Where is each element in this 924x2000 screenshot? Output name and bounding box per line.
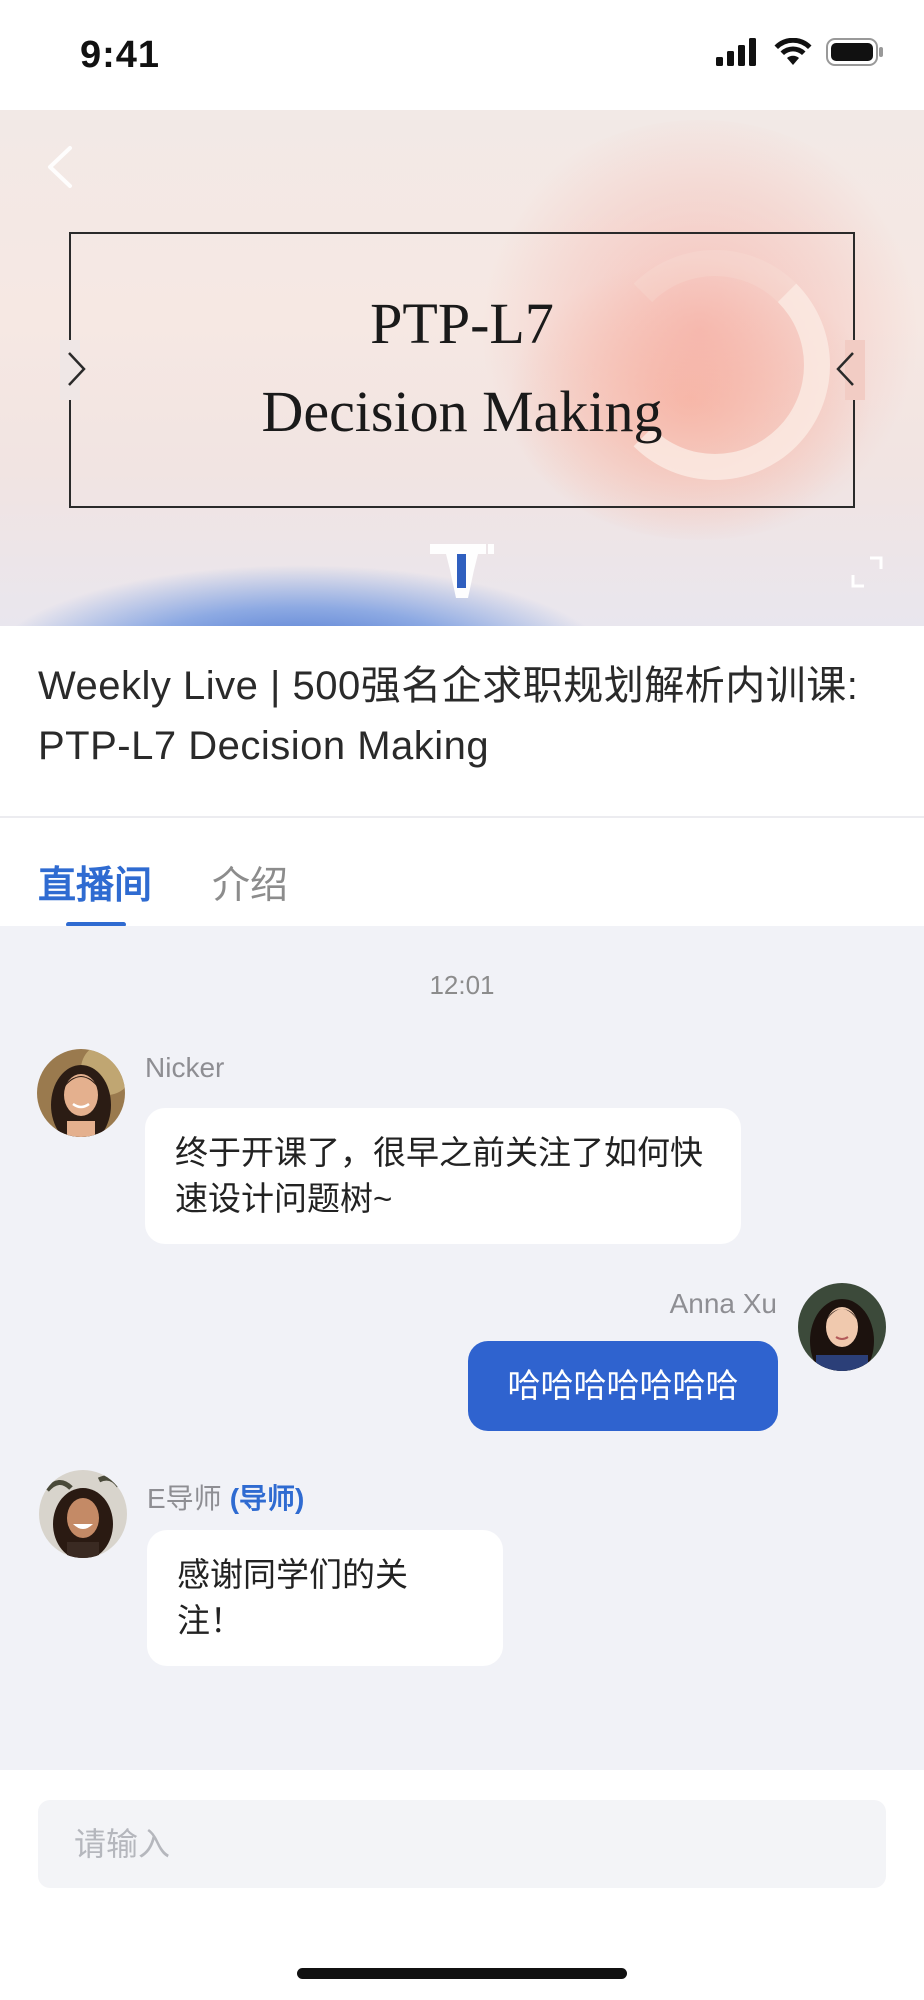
banner-title-line1: PTP-L7 bbox=[370, 291, 554, 356]
input-bar bbox=[0, 1770, 924, 2000]
message-bubble-self[interactable]: 哈哈哈哈哈哈哈 bbox=[468, 1341, 778, 1431]
back-arrow-icon[interactable] bbox=[40, 142, 80, 192]
chevron-right-icon bbox=[68, 352, 86, 386]
battery-icon bbox=[826, 38, 883, 66]
avatar-anna-xu[interactable] bbox=[798, 1283, 886, 1371]
sender-name: Nicker bbox=[145, 1052, 225, 1083]
message-bubble[interactable]: 终于开课了，很早之前关注了如何快速设计问题树~ bbox=[145, 1108, 741, 1244]
course-title: Weekly Live | 500强名企求职规划解析内训课: PTP-L7 De… bbox=[38, 664, 859, 768]
cellular-signal-icon bbox=[716, 38, 756, 66]
banner-frame bbox=[69, 232, 855, 508]
status-icons bbox=[716, 38, 884, 66]
sender-name: E导师 (导师) bbox=[147, 1477, 304, 1517]
tab-introduction[interactable]: 介绍 bbox=[212, 854, 288, 909]
tab-live-room[interactable]: 直播间 bbox=[38, 854, 152, 909]
status-time: 9:41 bbox=[80, 34, 161, 76]
chat-area[interactable]: 12:01 Nicker 终于开课了，很早之前关注了如何快速设计问题树~ Ann… bbox=[0, 926, 924, 1770]
status-bar: 9:41 bbox=[0, 0, 924, 110]
message-input[interactable] bbox=[38, 1800, 886, 1888]
mentor-role-badge: (导师) bbox=[229, 1483, 305, 1514]
avatar-nicker[interactable] bbox=[37, 1049, 125, 1137]
chevron-left-icon bbox=[836, 352, 854, 386]
avatar-e-mentor[interactable] bbox=[39, 1470, 127, 1558]
sender-name-text: E导师 bbox=[147, 1483, 222, 1514]
message-bubble[interactable]: 感谢同学们的关注！ bbox=[147, 1530, 503, 1666]
fullscreen-icon[interactable] bbox=[850, 555, 884, 589]
video-player[interactable]: PTP-L7 Decision Making bbox=[0, 110, 924, 626]
tab-bar: 直播间 介绍 bbox=[0, 818, 924, 927]
home-indicator bbox=[297, 1968, 627, 1979]
brand-logo-icon bbox=[430, 544, 494, 598]
chat-timestamp: 12:01 bbox=[429, 970, 495, 1000]
banner-title-line2: Decision Making bbox=[261, 379, 663, 444]
sender-name-self: Anna Xu bbox=[669, 1288, 777, 1319]
wifi-icon bbox=[774, 38, 812, 65]
